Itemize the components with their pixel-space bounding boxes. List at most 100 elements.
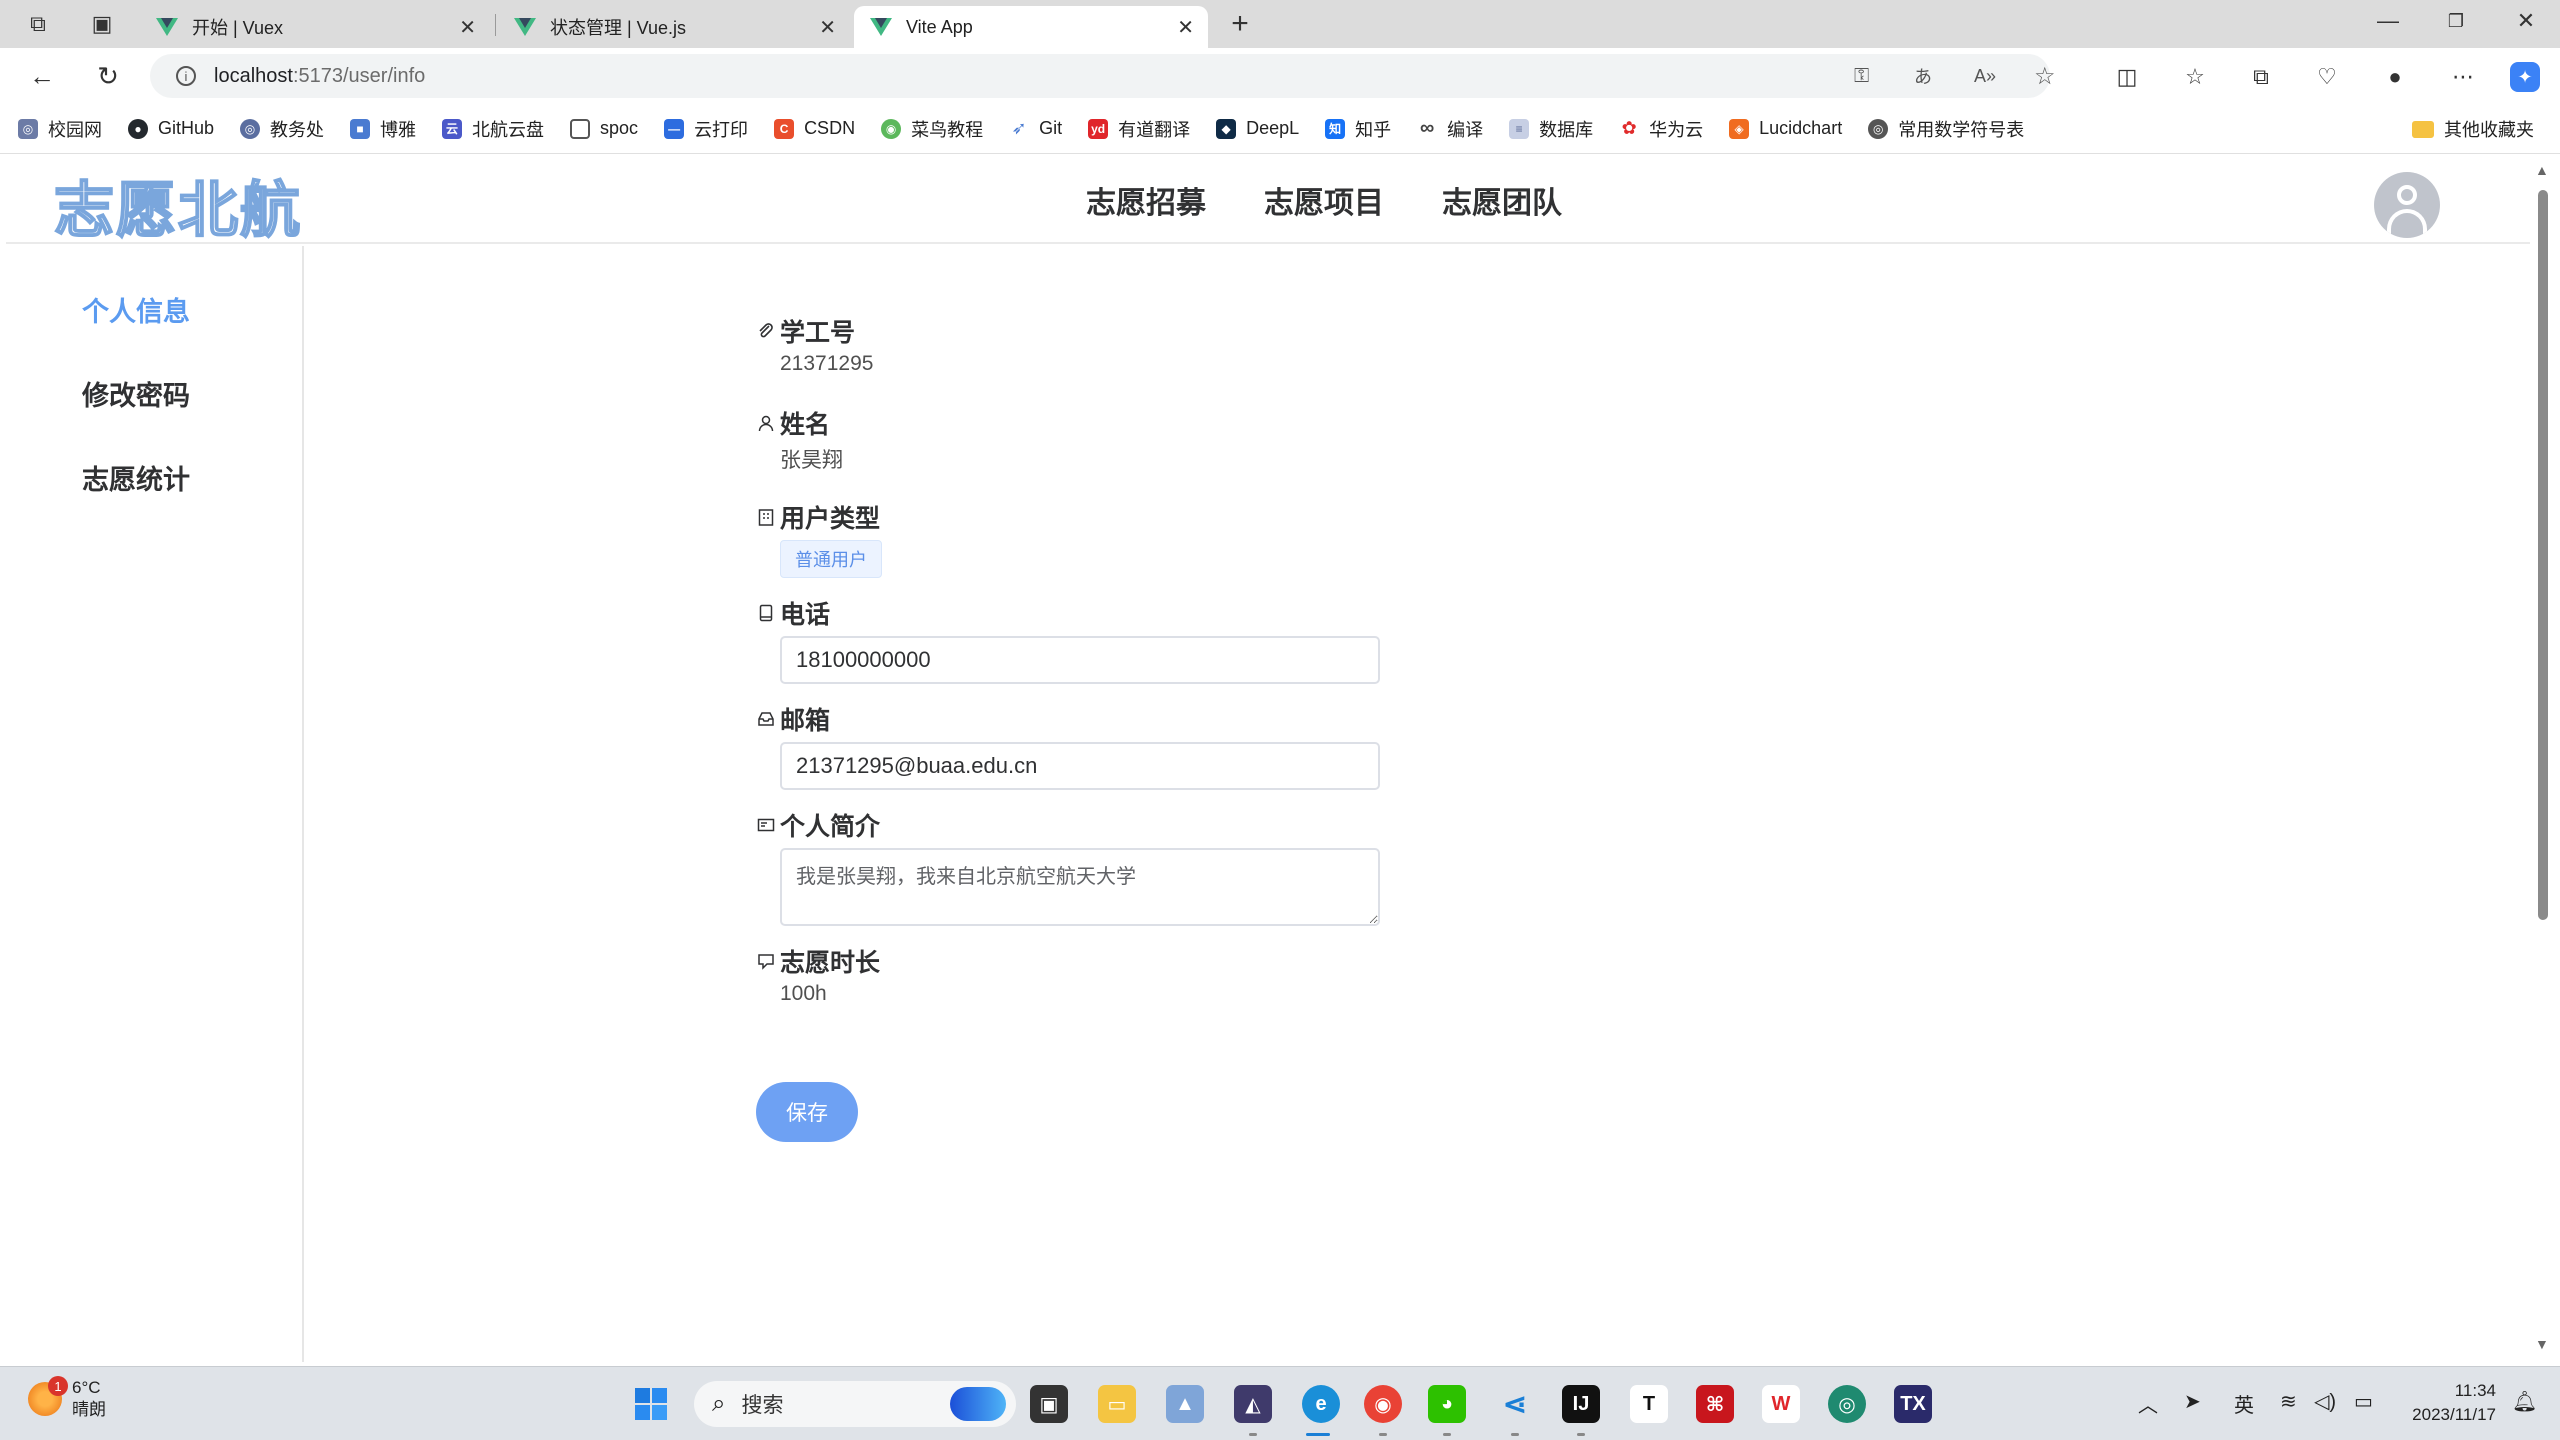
phone-input[interactable] bbox=[780, 636, 1380, 684]
field-email: 邮箱 bbox=[756, 704, 1380, 790]
wifi-icon[interactable]: ≋ bbox=[2280, 1389, 2297, 1414]
minimize-icon[interactable]: — bbox=[2368, 8, 2408, 34]
bookmark-deepl[interactable]: ◆ DeepL bbox=[1216, 118, 1299, 139]
battery-icon[interactable]: ▭ bbox=[2354, 1389, 2373, 1414]
other-bookmarks-label: 其他收藏夹 bbox=[2444, 120, 2534, 140]
bookmark-academic-office[interactable]: ◎ 教务处 bbox=[240, 116, 324, 142]
cat-app-icon[interactable]: ◭ bbox=[1234, 1385, 1272, 1423]
site-info-icon[interactable]: i bbox=[176, 66, 196, 86]
avatar[interactable] bbox=[2374, 172, 2440, 238]
texstudio-icon[interactable]: TX bbox=[1894, 1385, 1932, 1423]
acrobat-icon[interactable]: ⌘ bbox=[1696, 1385, 1734, 1423]
intellij-icon[interactable]: IJ bbox=[1562, 1385, 1600, 1423]
tray-chevron-up-icon[interactable]: ︿ bbox=[2138, 1389, 2158, 1418]
copilot-icon[interactable]: ✦ bbox=[2510, 62, 2540, 92]
sidebar-item-volunteer-stats[interactable]: 志愿统计 bbox=[82, 458, 190, 497]
location-icon[interactable]: ➤ bbox=[2184, 1389, 2201, 1414]
circle-app-icon[interactable]: ◎ bbox=[1828, 1385, 1866, 1423]
split-screen-icon[interactable]: ◫ bbox=[2112, 62, 2142, 92]
more-menu-icon[interactable]: ⋯ bbox=[2448, 62, 2478, 92]
intro-textarea[interactable]: 我是张昊翔，我来自北京航空航天大学 bbox=[780, 848, 1380, 926]
bookmark-label: 菜鸟教程 bbox=[911, 119, 984, 140]
bookmark-runoob[interactable]: ◉ 菜鸟教程 bbox=[881, 116, 983, 142]
bookmark-github[interactable]: ● GitHub bbox=[128, 118, 214, 139]
save-button[interactable]: 保存 bbox=[756, 1082, 858, 1142]
refresh-icon[interactable]: ↻ bbox=[92, 60, 124, 92]
bookmark-label: 有道翻译 bbox=[1118, 119, 1191, 140]
bookmark-lucidchart[interactable]: ◈ Lucidchart bbox=[1729, 118, 1842, 139]
nav-volunteer-teams[interactable]: 志愿团队 bbox=[1442, 178, 1562, 222]
tab-vue-state[interactable]: 状态管理 | Vue.js ✕ bbox=[498, 6, 850, 48]
other-bookmarks[interactable]: 其他收藏夹 bbox=[2412, 116, 2534, 142]
bookmark-spoc[interactable]: spoc bbox=[570, 118, 638, 139]
bookmark-math-symbols[interactable]: ◎ 常用数学符号表 bbox=[1868, 116, 2024, 142]
volunteer-hours-label: 志愿时长 bbox=[780, 949, 881, 977]
back-icon[interactable]: ← bbox=[26, 60, 58, 92]
nav-volunteer-recruit[interactable]: 志愿招募 bbox=[1086, 178, 1206, 222]
bookmark-campus-net[interactable]: ◎ 校园网 bbox=[18, 116, 102, 142]
restore-icon[interactable]: ❐ bbox=[2436, 11, 2476, 32]
workspaces-icon[interactable]: ⧉ bbox=[24, 10, 52, 38]
tab-vite-app[interactable]: Vite App ✕ bbox=[854, 6, 1208, 48]
input-method-indicator[interactable]: 英 bbox=[2234, 1389, 2254, 1418]
vscode-icon[interactable]: ⋖ bbox=[1496, 1385, 1534, 1423]
collections-icon[interactable]: ⧉ bbox=[2246, 62, 2276, 92]
favorite-star-icon[interactable]: ☆ bbox=[2034, 54, 2056, 98]
typora-icon[interactable]: T bbox=[1630, 1385, 1668, 1423]
scroll-thumb[interactable] bbox=[2538, 190, 2548, 920]
sidebar-item-change-password[interactable]: 修改密码 bbox=[82, 374, 190, 413]
browser-essentials-icon[interactable]: ♡ bbox=[2312, 62, 2342, 92]
wps-icon[interactable]: W bbox=[1762, 1385, 1800, 1423]
close-window-icon[interactable]: ✕ bbox=[2506, 8, 2546, 34]
close-icon[interactable]: ✕ bbox=[819, 15, 836, 40]
taskbar-search[interactable]: ⌕ 搜索 bbox=[694, 1381, 1016, 1427]
edge-icon[interactable]: e bbox=[1302, 1385, 1340, 1423]
notification-bell-icon[interactable]: 🔔︎ bbox=[2512, 1389, 2537, 1414]
url-bar[interactable]: i localhost:5173/user/info ⚿ あ A» ☆ bbox=[150, 54, 2056, 98]
bookmark-database[interactable]: ≡ 数据库 bbox=[1509, 116, 1593, 142]
bookmark-label: Lucidchart bbox=[1759, 118, 1843, 138]
email-input[interactable] bbox=[780, 742, 1380, 790]
close-icon[interactable]: ✕ bbox=[1177, 15, 1194, 40]
tab-actions-icon[interactable]: ▣ bbox=[88, 10, 116, 38]
page-scrollbar[interactable]: ▲ ▼ bbox=[2532, 160, 2552, 1360]
windows-start-icon[interactable] bbox=[632, 1385, 670, 1423]
file-explorer-icon[interactable]: ▭ bbox=[1098, 1385, 1136, 1423]
bookmark-csdn[interactable]: C CSDN bbox=[774, 118, 855, 139]
favorites-icon[interactable]: ☆ bbox=[2180, 62, 2210, 92]
weather-widget[interactable]: 1 6°C 晴朗 bbox=[28, 1376, 106, 1421]
bookmark-buaa-cloud[interactable]: 云北航云盘 bbox=[442, 116, 544, 142]
scroll-down-icon[interactable]: ▼ bbox=[2535, 1336, 2549, 1352]
running-indicator bbox=[1379, 1433, 1387, 1436]
message-box-icon bbox=[756, 709, 776, 729]
scroll-up-icon[interactable]: ▲ bbox=[2535, 162, 2549, 178]
wechat-icon[interactable]: ◕ bbox=[1428, 1385, 1466, 1423]
translate-icon[interactable]: あ bbox=[1914, 54, 1932, 98]
bookmark-boya[interactable]: ■ 博雅 bbox=[350, 116, 416, 142]
bookmark-zhihu[interactable]: 知知乎 bbox=[1325, 116, 1391, 142]
task-view-icon[interactable]: ▣ bbox=[1030, 1385, 1068, 1423]
field-label: 电话 bbox=[756, 598, 1380, 629]
bookmark-youdao[interactable]: yd 有道翻译 bbox=[1088, 116, 1190, 142]
bookmark-git[interactable]: ➶ Git bbox=[1009, 118, 1063, 139]
read-aloud-icon[interactable]: A» bbox=[1974, 54, 1996, 98]
taskbar-clock[interactable]: 11:34 2023/11/17 bbox=[2396, 1379, 2496, 1427]
bookmark-compile[interactable]: ∞ 编译 bbox=[1417, 116, 1483, 142]
office-building-icon bbox=[756, 507, 776, 527]
sidebar-item-personal-info[interactable]: 个人信息 bbox=[82, 290, 190, 329]
bookmark-cloud-print[interactable]: — 云打印 bbox=[664, 116, 748, 142]
weather-temp: 6°C bbox=[72, 1378, 101, 1397]
chrome-icon[interactable]: ◉ bbox=[1364, 1385, 1402, 1423]
field-name: 姓名 张昊翔 bbox=[756, 408, 843, 474]
profile-icon[interactable]: ● bbox=[2380, 62, 2410, 92]
nav-volunteer-projects[interactable]: 志愿项目 bbox=[1264, 178, 1384, 222]
close-icon[interactable]: ✕ bbox=[459, 15, 476, 40]
key-icon[interactable]: ⚿ bbox=[1854, 54, 1869, 98]
bookmark-huawei-cloud[interactable]: ✿ 华为云 bbox=[1619, 116, 1704, 142]
url-path: :5173/user/info bbox=[292, 64, 426, 87]
site-logo[interactable]: 志愿北航 bbox=[53, 162, 302, 249]
tab-vuex[interactable]: 开始 | Vuex ✕ bbox=[140, 6, 490, 48]
new-tab-button[interactable]: + bbox=[1226, 7, 1254, 40]
photos-icon[interactable]: ▲ bbox=[1166, 1385, 1204, 1423]
volume-icon[interactable]: ◁) bbox=[2314, 1389, 2336, 1414]
